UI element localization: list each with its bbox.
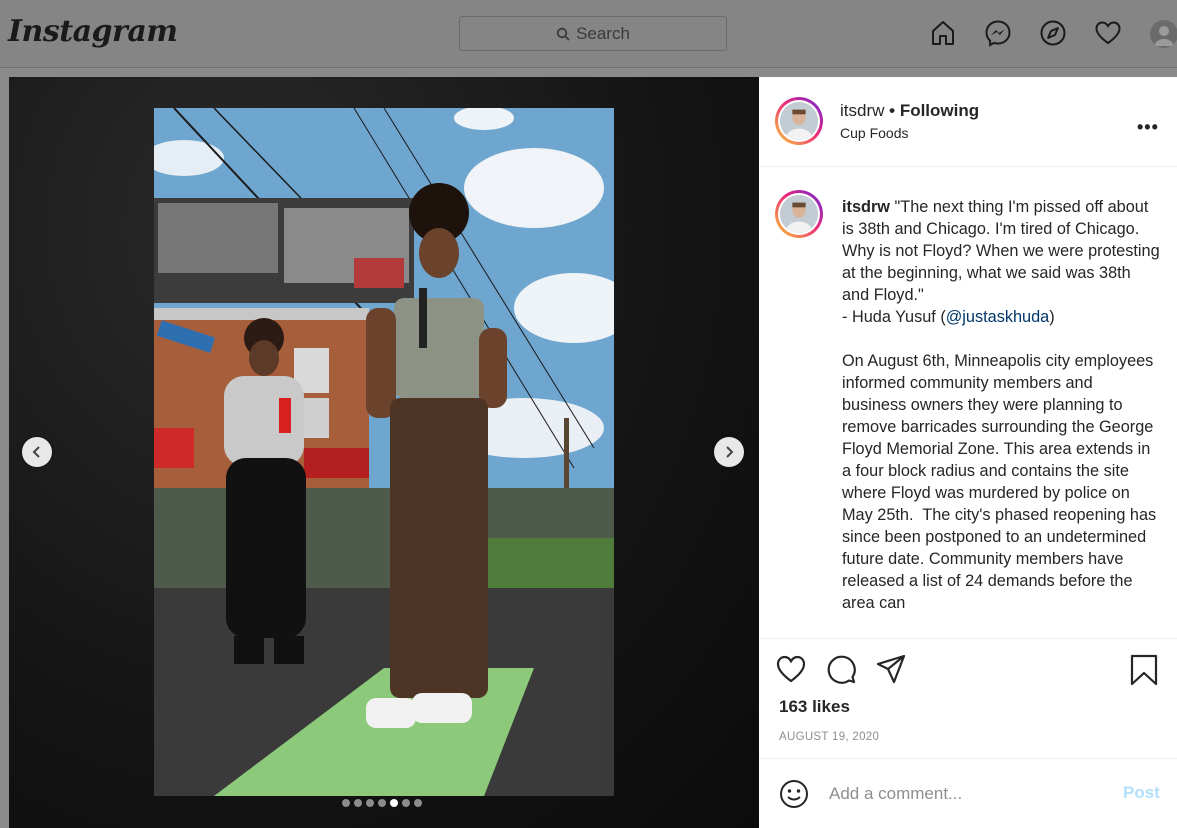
search-box[interactable]: Search (459, 16, 727, 51)
carousel-dot[interactable] (366, 799, 374, 807)
post-author-avatar[interactable] (775, 97, 823, 145)
carousel-dot[interactable] (354, 799, 362, 807)
chevron-left-icon (32, 446, 40, 458)
emoji-smiley-icon (780, 780, 808, 808)
carousel-dot[interactable] (342, 799, 350, 807)
post-modal: itsdrw • Following Cup Foods ••• itsdrw … (9, 77, 1177, 828)
avatar-photo (780, 102, 818, 140)
caption-body-rest: ) On August 6th, Minneapolis city employ… (842, 308, 1157, 612)
chevron-right-icon (726, 446, 734, 458)
caption-mention-link[interactable]: @justaskhuda (946, 308, 1049, 326)
caption-username[interactable]: itsdrw (842, 198, 890, 216)
post-photo[interactable] (154, 108, 614, 796)
post-comment-button[interactable]: Post (1123, 783, 1160, 803)
nav-icon-group (928, 18, 1123, 48)
comment-bubble-icon[interactable] (825, 653, 857, 685)
comment-input[interactable] (829, 781, 1119, 807)
search-icon (556, 27, 570, 41)
post-author-username[interactable]: itsdrw (840, 101, 884, 120)
emoji-button[interactable] (779, 779, 809, 814)
carousel-dot[interactable] (402, 799, 410, 807)
next-slide-button[interactable] (714, 437, 744, 467)
post-header: itsdrw • Following Cup Foods ••• (759, 77, 1177, 167)
home-icon[interactable] (928, 18, 958, 48)
more-options-icon[interactable]: ••• (1137, 117, 1159, 138)
messenger-icon[interactable] (983, 18, 1013, 48)
following-status[interactable]: • Following (889, 101, 979, 120)
carousel-dot[interactable] (378, 799, 386, 807)
media-viewer (9, 77, 759, 828)
photo-illustration (154, 108, 614, 796)
bookmark-icon (1130, 654, 1158, 686)
instagram-logo[interactable]: Instagram (8, 14, 178, 49)
add-comment-bar: Post (759, 758, 1177, 828)
post-side-panel: itsdrw • Following Cup Foods ••• itsdrw … (759, 77, 1177, 828)
carousel-dot[interactable] (414, 799, 422, 807)
search-placeholder: Search (576, 23, 630, 43)
top-navigation: Instagram Search (0, 0, 1177, 68)
caption-area: itsdrw "The next thing I'm pissed off ab… (759, 168, 1177, 638)
post-date[interactable]: AUGUST 19, 2020 (779, 731, 879, 743)
likes-count[interactable]: 163 likes (779, 697, 850, 717)
post-actions: 163 likes AUGUST 19, 2020 (759, 638, 1177, 758)
share-send-icon[interactable] (875, 653, 907, 685)
post-author-line: itsdrw • Following (840, 101, 979, 121)
caption-body-quote: "The next thing I'm pissed off about is … (842, 198, 1160, 326)
save-bookmark-button[interactable] (1129, 654, 1159, 691)
carousel-dots (342, 799, 422, 807)
caption-text: itsdrw "The next thing I'm pissed off ab… (842, 196, 1160, 614)
explore-icon[interactable] (1038, 18, 1068, 48)
previous-slide-button[interactable] (22, 437, 52, 467)
caption-author-avatar[interactable] (775, 190, 823, 238)
action-buttons (775, 653, 907, 685)
activity-heart-icon[interactable] (1093, 18, 1123, 48)
post-location[interactable]: Cup Foods (840, 125, 908, 141)
carousel-dot[interactable] (390, 799, 398, 807)
like-heart-icon[interactable] (775, 653, 807, 685)
avatar-photo (780, 195, 818, 233)
profile-avatar[interactable] (1150, 20, 1177, 48)
